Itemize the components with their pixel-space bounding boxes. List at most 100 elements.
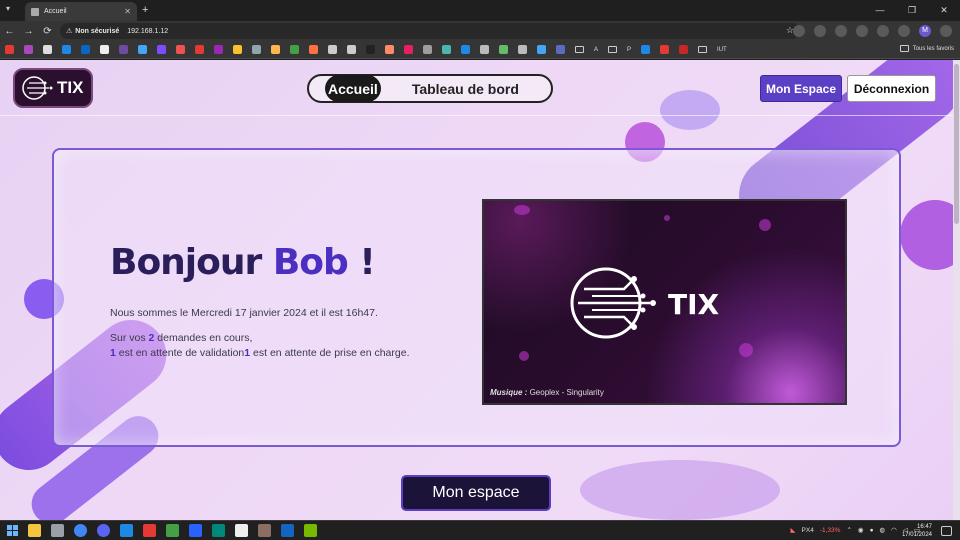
app-icon[interactable]	[120, 524, 133, 537]
github-bookmark-icon[interactable]	[100, 45, 109, 54]
bookmark-icon[interactable]	[660, 45, 670, 54]
my-space-cta-button[interactable]: Mon espace	[401, 475, 551, 511]
extension-icon[interactable]	[814, 25, 826, 37]
bookmark-icon[interactable]	[195, 45, 204, 54]
bookmark-icon[interactable]	[366, 45, 375, 54]
bookmark-icon[interactable]	[442, 45, 451, 54]
all-bookmarks[interactable]: Tous les favoris	[899, 45, 954, 52]
tray-app-icon[interactable]: ●	[870, 527, 874, 534]
app-icon[interactable]	[51, 524, 64, 537]
bookmark-folder-a[interactable]: A	[594, 47, 598, 53]
stock-change[interactable]: -1,33%	[820, 527, 841, 534]
app-icon[interactable]	[258, 524, 271, 537]
back-button[interactable]: ←	[0, 26, 19, 37]
bookmark-icon[interactable]	[24, 45, 33, 54]
tab-search-icon[interactable]: ▾	[6, 4, 18, 16]
tray-app-icon[interactable]: ◉	[858, 526, 864, 534]
clock-date: 17/01/2024	[901, 532, 932, 538]
bookmark-icon[interactable]	[309, 45, 318, 54]
folder-icon[interactable]	[698, 46, 708, 53]
download-icon[interactable]	[898, 25, 910, 37]
chrome-icon[interactable]	[74, 524, 87, 537]
forward-button[interactable]: →	[19, 26, 38, 37]
not-secure-label[interactable]: Non sécurisé	[75, 28, 119, 35]
bookmark-icon[interactable]	[518, 45, 527, 54]
app-icon[interactable]	[212, 524, 225, 537]
browser-tab-accueil[interactable]: Accueil ✕	[25, 2, 137, 21]
x-bookmark-icon[interactable]	[43, 45, 52, 54]
bookmark-icon[interactable]	[404, 45, 413, 54]
app-icon[interactable]	[235, 524, 248, 537]
bookmark-icon[interactable]	[252, 45, 261, 54]
address-bar[interactable]: ⚠ Non sécurisé 192.168.1.12 ☆	[60, 23, 800, 39]
folder-icon[interactable]	[608, 46, 618, 53]
page-scrollbar[interactable]	[953, 60, 960, 520]
decor-circle	[900, 200, 960, 270]
extension-icon[interactable]	[793, 25, 805, 37]
filezilla-icon[interactable]	[143, 524, 156, 537]
reload-button[interactable]: ⟳	[38, 26, 57, 37]
bookmark-icon[interactable]	[176, 45, 185, 54]
bookmark-icon[interactable]	[62, 45, 71, 54]
profile-avatar[interactable]: M	[919, 25, 931, 37]
bookmark-folder-p[interactable]: P	[627, 47, 631, 53]
file-explorer-icon[interactable]	[28, 524, 41, 537]
wifi-icon[interactable]: ◠	[891, 526, 897, 534]
folder-icon[interactable]	[575, 46, 584, 53]
bookmark-icon[interactable]	[271, 45, 280, 54]
nav-dashboard[interactable]: Tableau de bord	[412, 81, 519, 97]
bookmark-icon[interactable]	[499, 45, 508, 54]
site-header: TIX Accueil Tableau de bord Mon Espace D…	[0, 60, 953, 116]
bookmark-folder-iut[interactable]: IUT	[717, 47, 727, 53]
bookmark-icon[interactable]	[290, 45, 299, 54]
youtube-bookmark-icon[interactable]	[5, 45, 14, 54]
extension-icon[interactable]	[835, 25, 847, 37]
new-tab-button[interactable]: +	[142, 4, 148, 16]
bookmark-icon[interactable]	[385, 45, 394, 54]
twitch-bookmark-icon[interactable]	[214, 45, 223, 54]
puzzle-icon[interactable]	[856, 25, 868, 37]
scrollbar-thumb[interactable]	[954, 64, 959, 224]
bookmark-icon[interactable]	[679, 45, 689, 54]
menu-kebab-icon[interactable]	[940, 25, 952, 37]
bookmark-icon[interactable]	[233, 45, 242, 54]
stock-chart-icon[interactable]: ◣	[791, 526, 796, 534]
stock-symbol[interactable]: PX4	[802, 527, 814, 534]
bookmark-icon[interactable]	[328, 45, 337, 54]
linkedin-bookmark-icon[interactable]	[81, 45, 90, 54]
nvidia-icon[interactable]	[304, 524, 317, 537]
bookmark-icon[interactable]	[423, 45, 432, 54]
maximize-button[interactable]: ❐	[896, 0, 928, 20]
tix-logo[interactable]: TIX	[13, 68, 93, 108]
bookmark-icon[interactable]	[641, 45, 651, 54]
sidepanel-icon[interactable]	[877, 25, 889, 37]
notification-icon[interactable]	[941, 526, 952, 536]
minimize-button[interactable]: —	[864, 0, 896, 20]
app-icon[interactable]	[166, 524, 179, 537]
close-window-button[interactable]: ✕	[928, 0, 960, 20]
intro-video[interactable]: TIX Musique : Geoplex - Singularity	[482, 199, 847, 405]
app-icon[interactable]	[281, 524, 294, 537]
bookmark-icon[interactable]	[157, 45, 166, 54]
bookmark-icon[interactable]	[347, 45, 356, 54]
tray-chevron-icon[interactable]: ⌃	[846, 526, 851, 534]
app-icon[interactable]	[189, 524, 202, 537]
taskbar-clock[interactable]: 16:47 17/01/2024	[902, 523, 932, 539]
tab-close-icon[interactable]: ✕	[124, 7, 131, 16]
tray-app-icon[interactable]: ◍	[880, 526, 886, 534]
nav-home[interactable]: Accueil	[325, 75, 381, 102]
bookmark-icon[interactable]	[480, 45, 489, 54]
bookmark-icon[interactable]	[119, 45, 128, 54]
my-space-button[interactable]: Mon Espace	[760, 75, 842, 102]
logout-button[interactable]: Déconnexion	[847, 75, 936, 102]
bookmark-icon[interactable]	[461, 45, 470, 54]
start-menu-icon[interactable]	[7, 525, 18, 536]
pending-pickup-count: 1	[244, 347, 251, 359]
circuit-logo-icon	[22, 76, 53, 100]
bookmark-icon[interactable]	[138, 45, 147, 54]
discord-icon[interactable]	[97, 524, 110, 537]
bookmark-icon[interactable]	[556, 45, 565, 54]
warning-icon[interactable]: ⚠	[66, 27, 72, 35]
url-text[interactable]: 192.168.1.12	[127, 28, 168, 35]
bookmark-icon[interactable]	[537, 45, 546, 54]
